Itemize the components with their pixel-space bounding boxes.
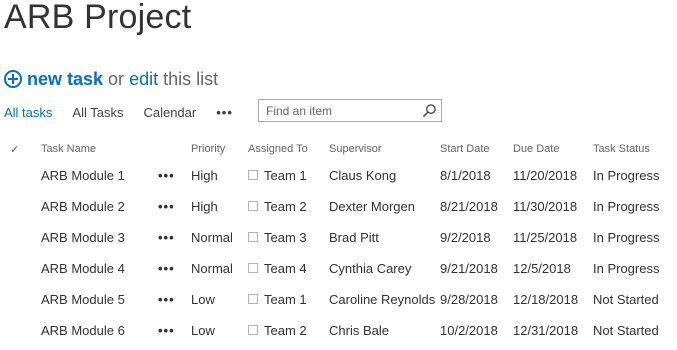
select-all-checkmark-icon[interactable]: ✓ xyxy=(0,138,41,160)
view-selector: All tasks All Tasks Calendar ••• xyxy=(4,102,233,122)
assigned-team-label: Team 1 xyxy=(264,168,307,183)
column-header-assigned-to[interactable]: Assigned To xyxy=(248,138,329,160)
start-date-cell: 8/1/2018 xyxy=(440,168,491,183)
due-date-cell: 12/18/2018 xyxy=(513,292,579,307)
list-actions: new task or edit this list xyxy=(4,67,218,91)
column-header-start-date[interactable]: Start Date xyxy=(440,138,513,160)
task-status-cell: Not Started xyxy=(593,323,659,338)
team-checkbox-icon xyxy=(248,263,258,273)
row-select-cell[interactable] xyxy=(0,160,41,191)
row-menu-button[interactable]: ••• xyxy=(158,253,191,284)
due-date-cell: 12/31/2018 xyxy=(513,323,579,338)
due-date-cell: 11/20/2018 xyxy=(513,168,578,183)
table-row[interactable]: ARB Module 4 ••• Normal Team 4 Cynthia Carey… xyxy=(0,253,677,284)
team-checkbox-icon xyxy=(248,232,258,242)
team-checkbox-icon xyxy=(248,294,258,304)
start-date-cell: 8/21/2018 xyxy=(440,199,498,214)
team-checkbox-icon xyxy=(248,170,258,180)
task-name-link[interactable]: ARB Module 3 xyxy=(41,222,158,253)
priority-cell: Normal xyxy=(191,230,233,245)
or-text: or xyxy=(108,68,125,89)
supervisor-cell: Claus Kong xyxy=(329,168,397,183)
team-checkbox-icon xyxy=(248,325,258,335)
task-name-link[interactable]: ARB Module 4 xyxy=(41,253,158,284)
assigned-team-label: Team 2 xyxy=(264,323,307,338)
more-views-button[interactable]: ••• xyxy=(216,105,233,120)
assigned-team-label: Team 2 xyxy=(264,199,307,214)
column-header-priority[interactable]: Priority xyxy=(191,138,248,160)
table-row[interactable]: ARB Module 2 ••• High Team 2 Dexter Morgen 8/… xyxy=(0,191,677,222)
column-header-supervisor[interactable]: Supervisor xyxy=(329,138,440,160)
view-tab-all-tasks-current[interactable]: All tasks xyxy=(4,105,52,120)
column-header-due-date[interactable]: Due Date xyxy=(513,138,593,160)
view-tab-all-tasks[interactable]: All Tasks xyxy=(72,105,123,120)
column-header-task-status[interactable]: Task Status xyxy=(593,138,677,160)
view-tab-calendar[interactable]: Calendar xyxy=(143,105,196,120)
start-date-cell: 9/28/2018 xyxy=(440,292,498,307)
assigned-team-label: Team 4 xyxy=(264,261,307,276)
due-date-cell: 12/5/2018 xyxy=(513,261,571,276)
assigned-to-cell: Team 1 xyxy=(248,160,329,191)
table-header-row: ✓ Task Name Priority Assigned To Supervi… xyxy=(0,138,677,160)
supervisor-cell: Dexter Morgen xyxy=(329,199,415,214)
task-name-link[interactable]: ARB Module 6 xyxy=(41,315,158,346)
assigned-to-cell: Team 2 xyxy=(248,191,329,222)
task-list-table: ✓ Task Name Priority Assigned To Supervi… xyxy=(0,138,677,346)
task-name-link[interactable]: ARB Module 5 xyxy=(41,284,158,315)
row-select-cell[interactable] xyxy=(0,222,41,253)
task-status-cell: In Progress xyxy=(593,168,660,183)
page-title: ARB Project xyxy=(4,0,192,36)
row-menu-button[interactable]: ••• xyxy=(158,315,191,346)
search-box[interactable] xyxy=(258,99,442,122)
supervisor-cell: Cynthia Carey xyxy=(329,261,412,276)
row-select-cell[interactable] xyxy=(0,284,41,315)
column-header-task-name[interactable]: Task Name xyxy=(41,138,158,160)
due-date-cell: 11/30/2018 xyxy=(513,199,578,214)
team-checkbox-icon xyxy=(248,201,258,211)
supervisor-cell: Caroline Reynolds xyxy=(329,292,436,307)
task-status-cell: In Progress xyxy=(593,230,660,245)
task-status-cell: Not Started xyxy=(593,292,659,307)
row-select-cell[interactable] xyxy=(0,191,41,222)
assigned-team-label: Team 1 xyxy=(264,292,307,307)
priority-cell: High xyxy=(191,199,218,214)
priority-cell: Low xyxy=(191,323,215,338)
new-task-link[interactable]: new task xyxy=(27,69,103,90)
row-menu-button[interactable]: ••• xyxy=(158,160,191,191)
task-status-cell: In Progress xyxy=(593,261,660,276)
table-row[interactable]: ARB Module 3 ••• Normal Team 3 Brad Pitt 9/2/… xyxy=(0,222,677,253)
assigned-to-cell: Team 3 xyxy=(248,222,329,253)
column-header-spacer xyxy=(158,138,191,160)
start-date-cell: 10/2/2018 xyxy=(440,323,498,338)
assigned-team-label: Team 3 xyxy=(264,230,307,245)
assigned-to-cell: Team 4 xyxy=(248,253,329,284)
task-status-cell: In Progress xyxy=(593,199,660,214)
priority-cell: Low xyxy=(191,292,215,307)
add-circle-icon[interactable] xyxy=(4,70,22,88)
table-row[interactable]: ARB Module 1 ••• High Team 1 Claus Kong 8/1/2… xyxy=(0,160,677,191)
search-input[interactable] xyxy=(264,103,418,119)
edit-link[interactable]: edit xyxy=(129,69,158,90)
search-icon[interactable] xyxy=(422,103,437,118)
row-menu-button[interactable]: ••• xyxy=(158,191,191,222)
supervisor-cell: Brad Pitt xyxy=(329,230,379,245)
start-date-cell: 9/21/2018 xyxy=(440,261,498,276)
row-select-cell[interactable] xyxy=(0,253,41,284)
due-date-cell: 11/25/2018 xyxy=(513,230,578,245)
row-select-cell[interactable] xyxy=(0,315,41,346)
row-menu-button[interactable]: ••• xyxy=(158,284,191,315)
task-name-link[interactable]: ARB Module 1 xyxy=(41,160,158,191)
row-menu-button[interactable]: ••• xyxy=(158,222,191,253)
assigned-to-cell: Team 1 xyxy=(248,284,329,315)
table-row[interactable]: ARB Module 6 ••• Low Team 2 Chris Bale 10/2/2… xyxy=(0,315,677,346)
priority-cell: High xyxy=(191,168,218,183)
task-rows: ARB Module 1 ••• High Team 1 Claus Kong 8/1/2… xyxy=(0,160,677,346)
assigned-to-cell: Team 2 xyxy=(248,315,329,346)
priority-cell: Normal xyxy=(191,261,233,276)
task-name-link[interactable]: ARB Module 2 xyxy=(41,191,158,222)
this-list-text: this list xyxy=(163,68,219,89)
start-date-cell: 9/2/2018 xyxy=(440,230,491,245)
supervisor-cell: Chris Bale xyxy=(329,323,389,338)
table-row[interactable]: ARB Module 5 ••• Low Team 1 Caroline Reynold… xyxy=(0,284,677,315)
